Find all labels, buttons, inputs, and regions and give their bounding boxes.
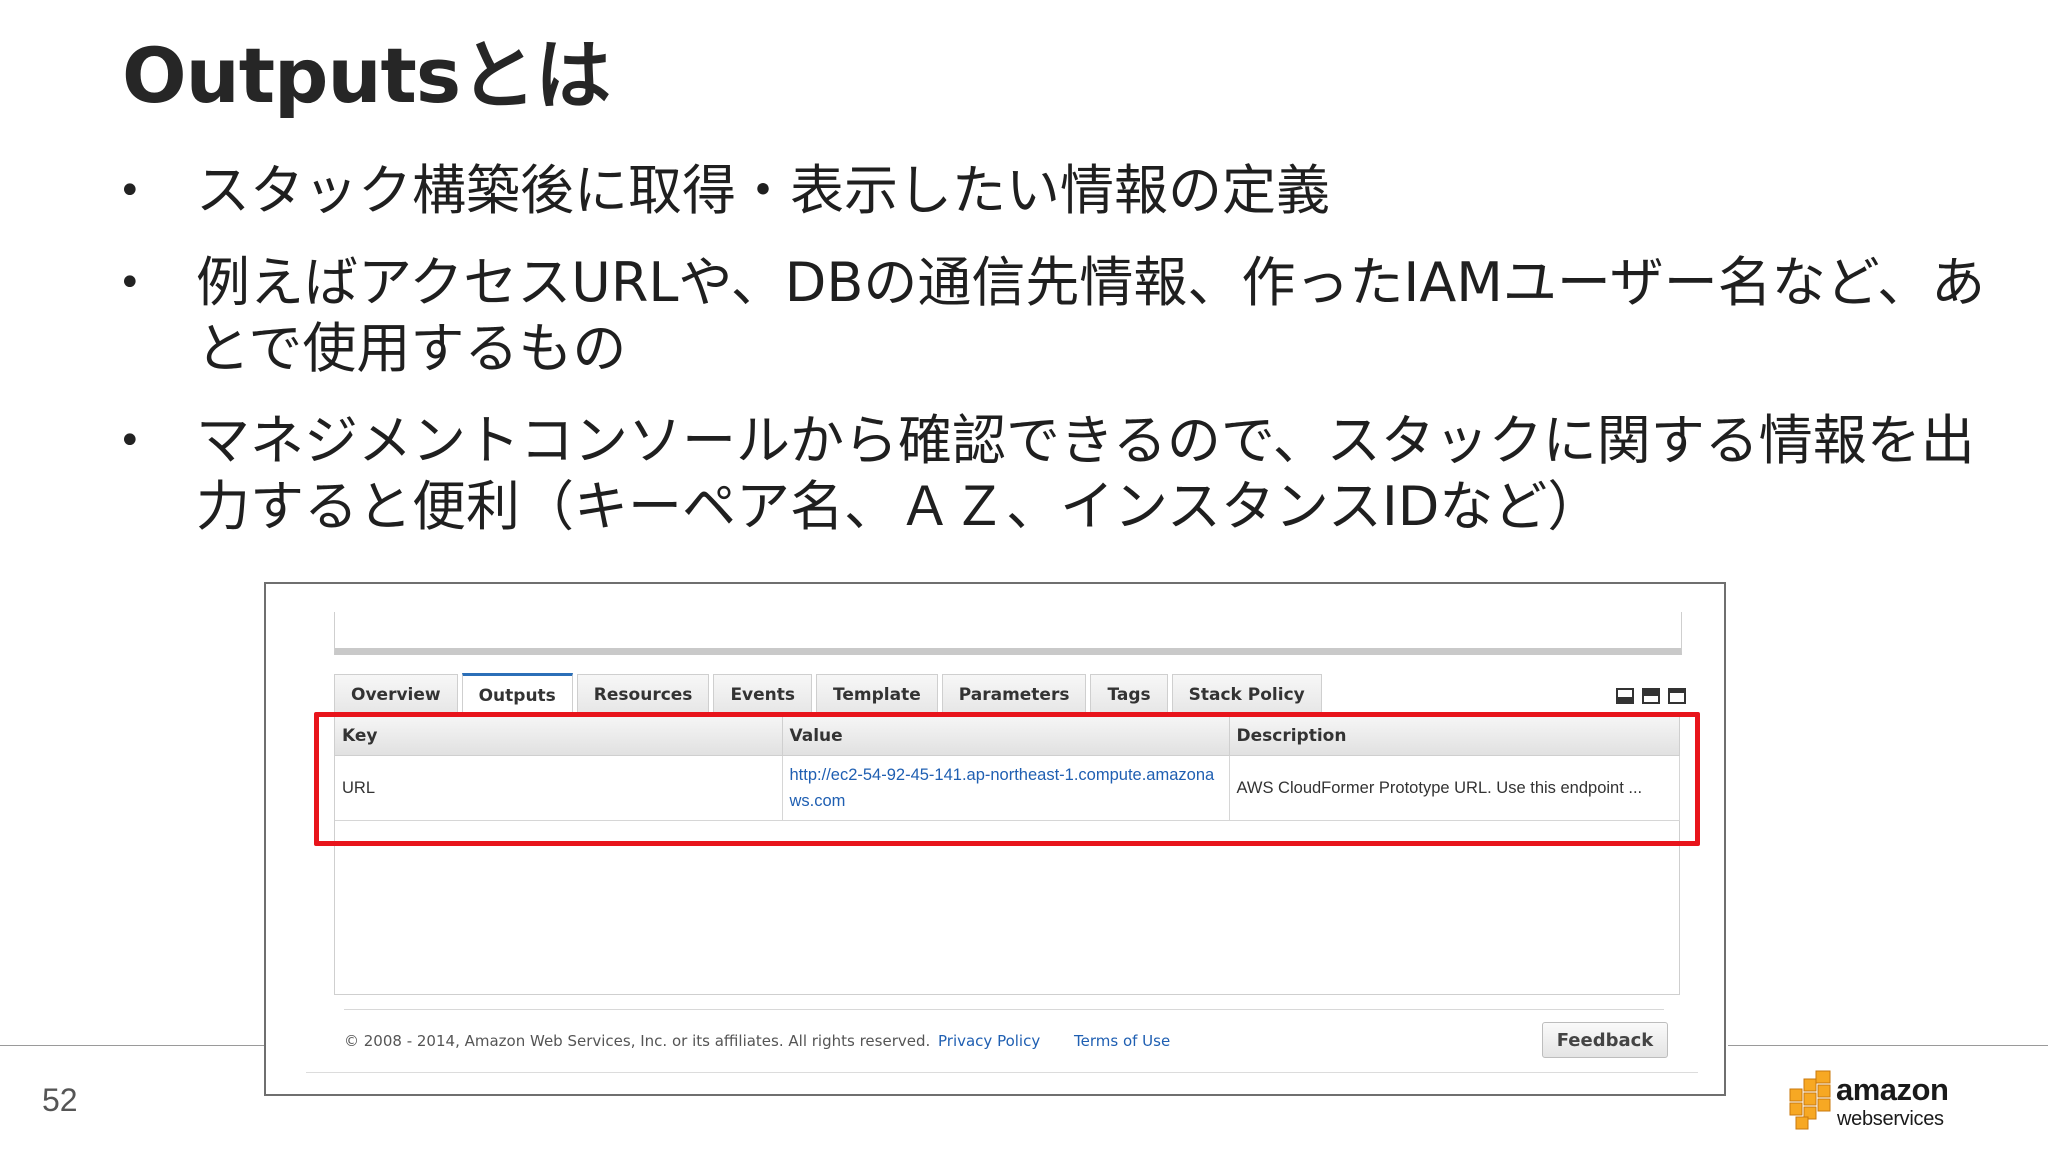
aws-logo: amazon webservices (1786, 1070, 1976, 1136)
footer-rule-right (1728, 1045, 2048, 1046)
tab-tags[interactable]: Tags (1090, 674, 1168, 714)
aws-cubes-icon (1789, 1070, 1831, 1130)
aws-logo-wordmark: amazon (1836, 1072, 1949, 1107)
terms-of-use-link[interactable]: Terms of Use (1074, 1032, 1170, 1050)
pane-minimize-icon[interactable] (1616, 688, 1634, 704)
console-screenshot: Overview Outputs Resources Events Templa… (264, 582, 1726, 1096)
page-number: 52 (42, 1082, 78, 1118)
pane-size-controls (1616, 688, 1686, 704)
tab-parameters[interactable]: Parameters (941, 674, 1087, 714)
bullet-text: スタック構築後に取得・表示したい情報の定義 (196, 159, 1330, 222)
copyright-text: © 2008 - 2014, Amazon Web Services, Inc.… (344, 1032, 931, 1050)
tab-template[interactable]: Template (816, 674, 938, 714)
bullet-list: • スタック構築後に取得・表示したい情報の定義 • 例えばアクセスURLや、DB… (118, 158, 2018, 566)
bullet-item: • スタック構築後に取得・表示したい情報の定義 (118, 158, 2018, 224)
bullet-dot: • (118, 168, 142, 214)
tab-overview[interactable]: Overview (334, 674, 458, 714)
console-bottom-divider (306, 1072, 1698, 1073)
bullet-text: 例えばアクセスURLや、DBの通信先情報、作ったIAMユーザー名など、あとで使用… (196, 251, 1986, 380)
bullet-dot: • (118, 418, 142, 464)
bullet-item: • 例えばアクセスURLや、DBの通信先情報、作ったIAMユーザー名など、あとで… (118, 250, 2018, 382)
pane-maximize-icon[interactable] (1668, 688, 1686, 704)
slide-title: Outputsとは (122, 31, 611, 120)
tab-resources[interactable]: Resources (576, 674, 710, 714)
stack-detail-panel (334, 612, 1682, 655)
footer-divider (344, 1009, 1664, 1010)
pane-half-icon[interactable] (1642, 688, 1660, 704)
feedback-button[interactable]: Feedback (1542, 1022, 1668, 1058)
stack-tabs: Overview Outputs Resources Events Templa… (334, 673, 1326, 717)
tab-events[interactable]: Events (713, 674, 813, 714)
bullet-item: • マネジメントコンソールから確認できるので、スタックに関する情報を出力すると便… (118, 408, 2018, 540)
aws-logo-subtext: webservices (1837, 1108, 1944, 1130)
privacy-policy-link[interactable]: Privacy Policy (938, 1032, 1040, 1050)
tab-stack-policy[interactable]: Stack Policy (1171, 674, 1322, 714)
bullet-dot: • (118, 260, 142, 306)
footer-rule-left (0, 1045, 264, 1046)
tab-outputs[interactable]: Outputs (461, 673, 573, 717)
bullet-text: マネジメントコンソールから確認できるので、スタックに関する情報を出力すると便利（… (196, 409, 1975, 538)
highlight-box (314, 712, 1700, 846)
